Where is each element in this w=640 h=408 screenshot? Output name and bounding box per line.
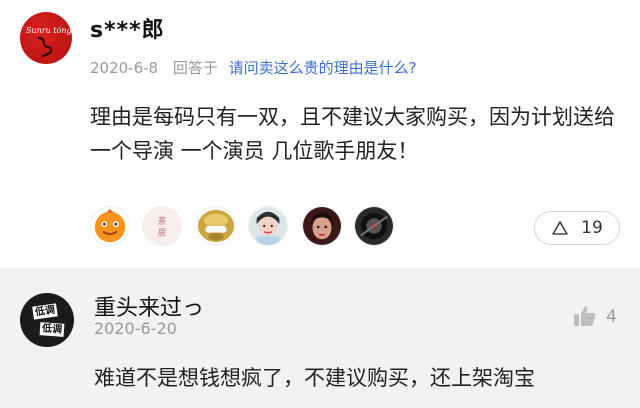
- thumbs-up-icon[interactable]: [573, 304, 597, 328]
- svg-text:茶: 茶: [158, 215, 167, 227]
- answer-meta: 2020-6-8 回答于 请问卖这么贵的理由是什么?: [90, 57, 417, 78]
- upvote-triangle-icon: [552, 221, 568, 235]
- avatar-tag: 低调: [32, 303, 58, 320]
- svg-text:居: 居: [158, 228, 167, 239]
- liker-avatar-girl[interactable]: [248, 206, 288, 246]
- liker-avatar-tea-house[interactable]: 茶 居: [142, 206, 182, 246]
- liker-avatar-gold-monkey[interactable]: [196, 206, 236, 246]
- answer-date: 2020-6-8: [90, 59, 159, 77]
- upvote-button[interactable]: 19: [534, 211, 620, 245]
- gold-monkey-icon: [197, 207, 235, 245]
- question-link[interactable]: 请问卖这么贵的理由是什么?: [229, 59, 417, 77]
- comment-text: 难道不是想钱想疯了，不建议购买，还上架淘宝: [94, 366, 535, 390]
- comment-avatar[interactable]: 低调 低调: [20, 293, 74, 347]
- orange-cartoon-icon: [91, 207, 129, 245]
- answer-username[interactable]: s***郎: [90, 12, 165, 44]
- liker-avatar-car-wheel[interactable]: [354, 206, 394, 246]
- avatar[interactable]: Sunru tóngi: [20, 12, 72, 64]
- answer-card: Sunru tóngi s***郎 2020-6-8 回答于 请问卖这么贵的理由…: [0, 0, 640, 268]
- answer-text: 理由是每码只有一双，且不建议大家购买，因为计划送给一个导演 一个演员 几位歌手朋…: [90, 105, 615, 163]
- comment-date: 2020-6-20: [94, 319, 177, 338]
- liker-avatar-dark-portrait[interactable]: [302, 206, 342, 246]
- avatar-logo-text: Sunru tóngi: [26, 26, 72, 35]
- dark-portrait-icon: [303, 207, 341, 245]
- girl-photo-icon: [249, 207, 287, 245]
- liker-avatar-orange-cartoon[interactable]: [90, 206, 130, 246]
- upvote-count: 19: [581, 218, 603, 238]
- car-wheel-icon: [355, 207, 393, 245]
- comment-username[interactable]: 重头来过っ: [94, 290, 204, 322]
- reply-to-label: 回答于: [172, 59, 218, 77]
- tea-house-logo-icon: 茶 居: [143, 207, 181, 245]
- comment-like-count: 4: [606, 307, 617, 327]
- avatar-logo-swirl-icon: [37, 37, 53, 57]
- avatar-tag: 低调: [39, 322, 65, 337]
